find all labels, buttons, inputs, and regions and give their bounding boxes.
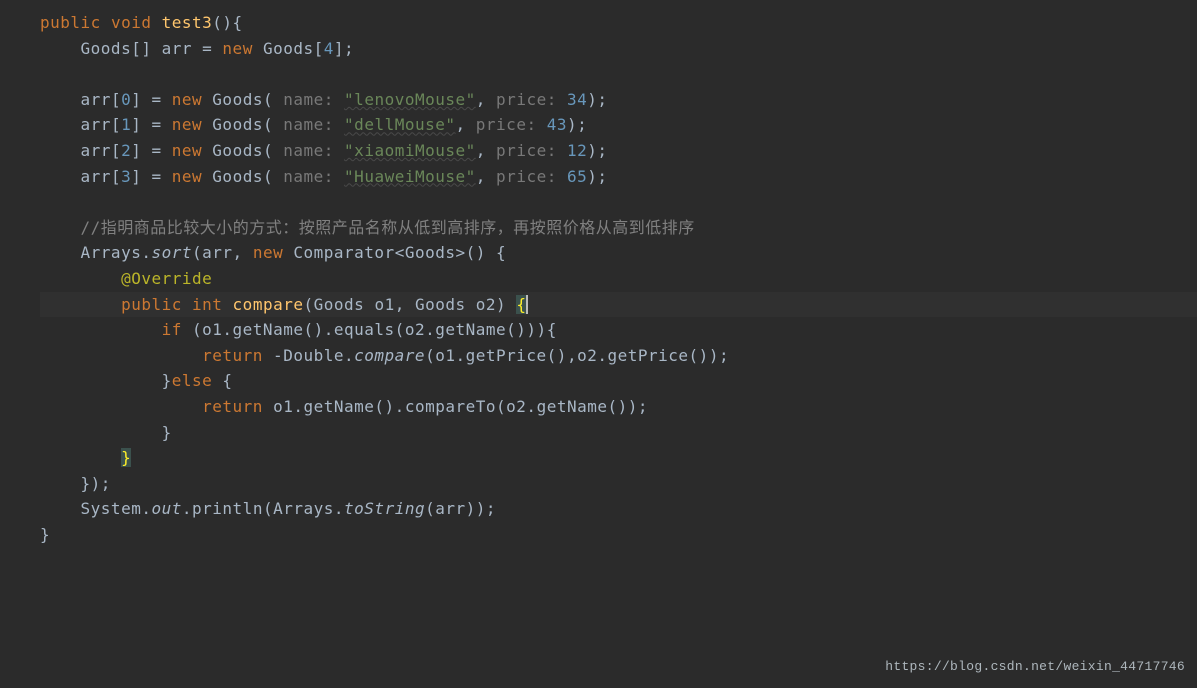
comment: //指明商品比较大小的方式：按照产品名称从低到高排序，再按照价格从高到低排序	[81, 218, 695, 237]
matched-brace: }	[121, 448, 131, 467]
code-block: public void test3(){ Goods[] arr = new G…	[0, 0, 1197, 547]
matched-brace: {	[516, 295, 526, 314]
watermark: https://blog.csdn.net/weixin_44717746	[885, 657, 1185, 678]
kw: public	[40, 13, 101, 32]
caret-icon	[526, 295, 528, 314]
param-hint: name:	[283, 90, 334, 109]
type: Goods	[81, 39, 132, 58]
kw: void	[111, 13, 152, 32]
method: test3	[162, 13, 213, 32]
annotation: @Override	[121, 269, 212, 288]
string: "lenovoMouse"	[344, 90, 476, 109]
param-hint: price:	[496, 90, 557, 109]
current-line: public int compare(Goods o1, Goods o2) {	[40, 292, 1197, 318]
